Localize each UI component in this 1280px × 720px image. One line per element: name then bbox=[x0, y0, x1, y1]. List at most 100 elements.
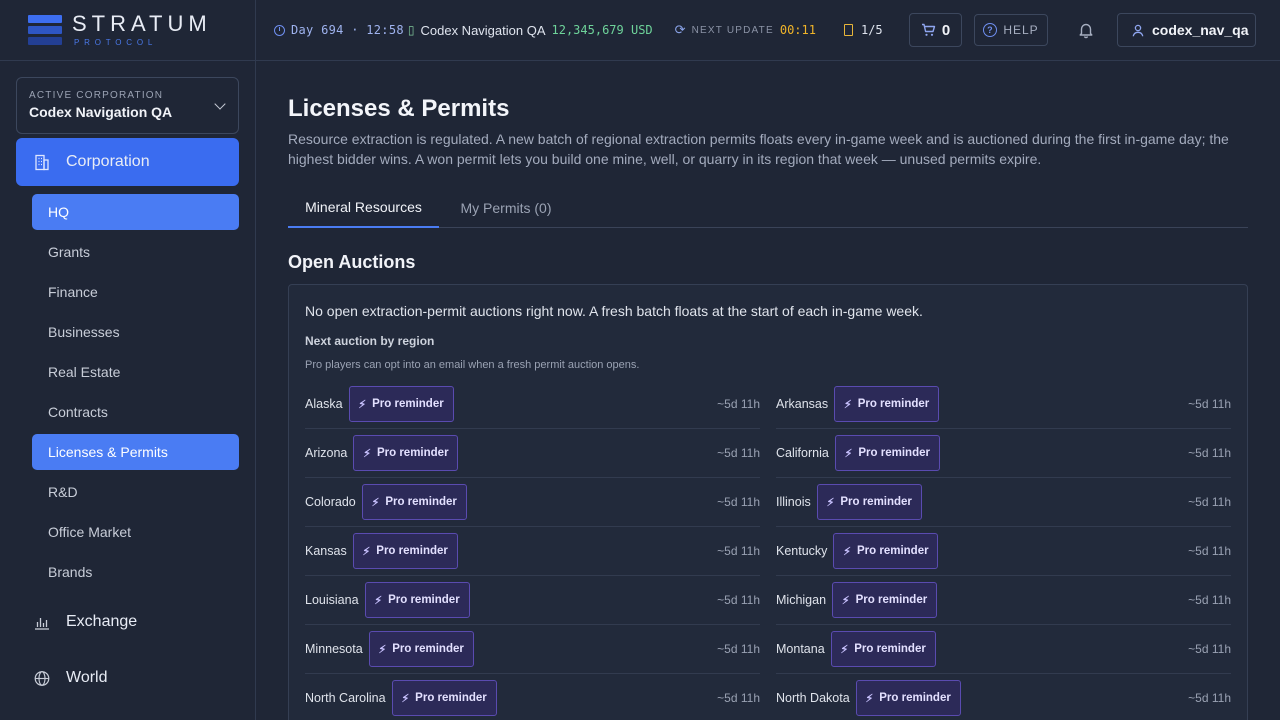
sidebar-item-contracts[interactable]: Contracts bbox=[32, 394, 239, 430]
username: codex_nav_qa bbox=[1152, 22, 1249, 38]
region-name: Arkansas bbox=[776, 397, 829, 411]
sidebar-item-businesses[interactable]: Businesses bbox=[32, 314, 239, 350]
pro-reminder-button[interactable]: ⚡︎ Pro reminder bbox=[834, 386, 940, 422]
region-countdown: ~5d 11h bbox=[717, 544, 760, 558]
sidebar-item-label: Contracts bbox=[48, 404, 108, 420]
pro-reminder-label: Pro reminder bbox=[857, 545, 929, 557]
pro-reminder-button[interactable]: ⚡︎ Pro reminder bbox=[832, 582, 938, 618]
region-countdown: ~5d 11h bbox=[1188, 642, 1231, 656]
region-countdown: ~5d 11h bbox=[1188, 446, 1231, 460]
lightning-icon: ⚡︎ bbox=[841, 594, 850, 607]
sidebar-item-hq[interactable]: HQ bbox=[32, 194, 239, 230]
user-menu-button[interactable]: codex_nav_qa bbox=[1117, 13, 1256, 47]
pro-reminder-button[interactable]: ⚡︎ Pro reminder bbox=[364, 582, 470, 618]
pro-reminder-button[interactable]: ⚡︎ Pro reminder bbox=[830, 631, 936, 667]
region-countdown: ~5d 11h bbox=[717, 593, 760, 607]
pro-reminder-button[interactable]: ⚡︎ Pro reminder bbox=[348, 386, 454, 422]
next-update-label: NEXT UPDATE bbox=[691, 24, 774, 36]
page-description: Resource extraction is regulated. A new … bbox=[288, 131, 1229, 167]
brand-name: STRATUM bbox=[72, 11, 212, 36]
cart-button[interactable]: 0 bbox=[909, 13, 962, 47]
pro-reminder-button[interactable]: ⚡︎ Pro reminder bbox=[361, 484, 467, 520]
cart-count: 0 bbox=[941, 21, 951, 39]
region-row: Michigan ⚡︎ Pro reminder ~5d 11h bbox=[776, 576, 1231, 625]
region-countdown: ~5d 11h bbox=[717, 642, 760, 656]
document-count: 1/5 bbox=[860, 23, 883, 37]
sidebar-item-label: Licenses & Permits bbox=[48, 444, 168, 460]
pro-reminder-label: Pro reminder bbox=[854, 643, 926, 655]
region-name: Arizona bbox=[305, 446, 348, 460]
region-row: Arkansas ⚡︎ Pro reminder ~5d 11h bbox=[776, 380, 1231, 429]
sidebar-item-rnd[interactable]: R&D bbox=[32, 474, 239, 510]
region-name: California bbox=[776, 446, 829, 460]
pro-reminder-button[interactable]: ⚡︎ Pro reminder bbox=[834, 435, 940, 471]
brand-sub: PROTOCOL bbox=[74, 38, 158, 47]
sidebar-item-label: Brands bbox=[48, 564, 93, 580]
pro-reminder-button[interactable]: ⚡︎ Pro reminder bbox=[391, 680, 497, 716]
pro-reminder-button[interactable]: ⚡︎ Pro reminder bbox=[855, 680, 961, 716]
lightning-icon: ⚡︎ bbox=[843, 398, 852, 411]
lightning-icon: ⚡︎ bbox=[840, 643, 849, 656]
brand-logo[interactable]: STRATUM PROTOCOL bbox=[0, 0, 256, 60]
pro-reminder-label: Pro reminder bbox=[415, 692, 487, 704]
region-row: North Carolina ⚡︎ Pro reminder ~5d 11h bbox=[305, 674, 760, 720]
page-title: Licenses & Permits bbox=[288, 95, 510, 122]
help-icon: ? bbox=[983, 23, 998, 37]
sidebar-item-real-estate[interactable]: Real Estate bbox=[32, 354, 239, 390]
help-button[interactable]: ? HELP bbox=[974, 14, 1048, 46]
pro-reminder-label: Pro reminder bbox=[879, 692, 951, 704]
pro-reminder-label: Pro reminder bbox=[855, 594, 928, 606]
pro-reminder-button[interactable]: ⚡︎ Pro reminder bbox=[352, 533, 458, 569]
pro-reminder-label: Pro reminder bbox=[840, 496, 912, 508]
region-name: North Carolina bbox=[305, 691, 386, 705]
lightning-icon: ⚡︎ bbox=[378, 643, 387, 656]
pro-reminder-button[interactable]: ⚡︎ Pro reminder bbox=[833, 533, 939, 569]
stratum-logo-icon bbox=[28, 15, 62, 45]
auctions-panel: No open extraction-permit auctions right… bbox=[288, 284, 1248, 720]
sidebar-item-exchange[interactable]: Exchange bbox=[16, 598, 239, 646]
region-row: Minnesota ⚡︎ Pro reminder ~5d 11h bbox=[305, 625, 760, 674]
active-corporation-name: Codex Navigation QA bbox=[29, 104, 173, 120]
pro-reminder-label: Pro reminder bbox=[376, 447, 449, 459]
tab-my-permits[interactable]: My Permits (0) bbox=[447, 187, 565, 228]
tab-mineral-resources[interactable]: Mineral Resources bbox=[288, 187, 439, 228]
sidebar-item-brands[interactable]: Brands bbox=[32, 554, 239, 590]
sidebar-item-grants[interactable]: Grants bbox=[32, 234, 239, 270]
next-update-timer: 00:11 bbox=[779, 23, 816, 37]
sidebar-item-world[interactable]: World bbox=[16, 654, 239, 702]
region-name: Montana bbox=[776, 642, 825, 656]
lightning-icon: ⚡︎ bbox=[363, 447, 371, 460]
document-icon bbox=[843, 24, 853, 36]
region-name: Colorado bbox=[305, 495, 356, 509]
building-icon bbox=[34, 154, 50, 170]
active-corporation-select[interactable]: ACTIVE CORPORATION Codex Navigation QA bbox=[16, 77, 239, 134]
region-row: Kansas ⚡︎ Pro reminder ~5d 11h bbox=[305, 527, 760, 576]
region-countdown: ~5d 11h bbox=[1188, 691, 1231, 705]
sidebar-item-label: Businesses bbox=[48, 324, 120, 340]
region-name: Kansas bbox=[305, 544, 347, 558]
region-row: Alaska ⚡︎ Pro reminder ~5d 11h bbox=[305, 380, 760, 429]
region-row: Montana ⚡︎ Pro reminder ~5d 11h bbox=[776, 625, 1231, 674]
region-row: Louisiana ⚡︎ Pro reminder ~5d 11h bbox=[305, 576, 760, 625]
region-name: Louisiana bbox=[305, 593, 359, 607]
sidebar-item-label: R&D bbox=[48, 484, 78, 500]
region-row: North Dakota ⚡︎ Pro reminder ~5d 11h bbox=[776, 674, 1231, 720]
region-countdown: ~5d 11h bbox=[717, 397, 760, 411]
pro-reminder-button[interactable]: ⚡︎ Pro reminder bbox=[368, 631, 474, 667]
sidebar-item-licenses-permits[interactable]: Licenses & Permits bbox=[32, 434, 239, 470]
sidebar-item-office-market[interactable]: Office Market bbox=[32, 514, 239, 550]
sidebar-item-finance[interactable]: Finance bbox=[32, 274, 239, 310]
pro-reminder-label: Pro reminder bbox=[388, 594, 460, 606]
pro-reminder-button[interactable]: ⚡︎ Pro reminder bbox=[816, 484, 922, 520]
region-subheading: Next auction by region bbox=[305, 334, 435, 348]
pro-reminder-button[interactable]: ⚡︎ Pro reminder bbox=[353, 435, 459, 471]
region-countdown: ~5d 11h bbox=[1188, 397, 1231, 411]
lightning-icon: ⚡︎ bbox=[374, 594, 383, 607]
sidebar: ACTIVE CORPORATION Codex Navigation QA C… bbox=[0, 61, 256, 720]
bell-icon[interactable] bbox=[1077, 21, 1095, 39]
region-countdown: ~5d 11h bbox=[717, 446, 760, 460]
sidebar-item-corporation[interactable]: Corporation bbox=[16, 138, 239, 186]
lightning-icon: ⚡︎ bbox=[844, 447, 853, 460]
lightning-icon: ⚡︎ bbox=[843, 545, 851, 558]
sidebar-item-label: Office Market bbox=[48, 524, 131, 540]
